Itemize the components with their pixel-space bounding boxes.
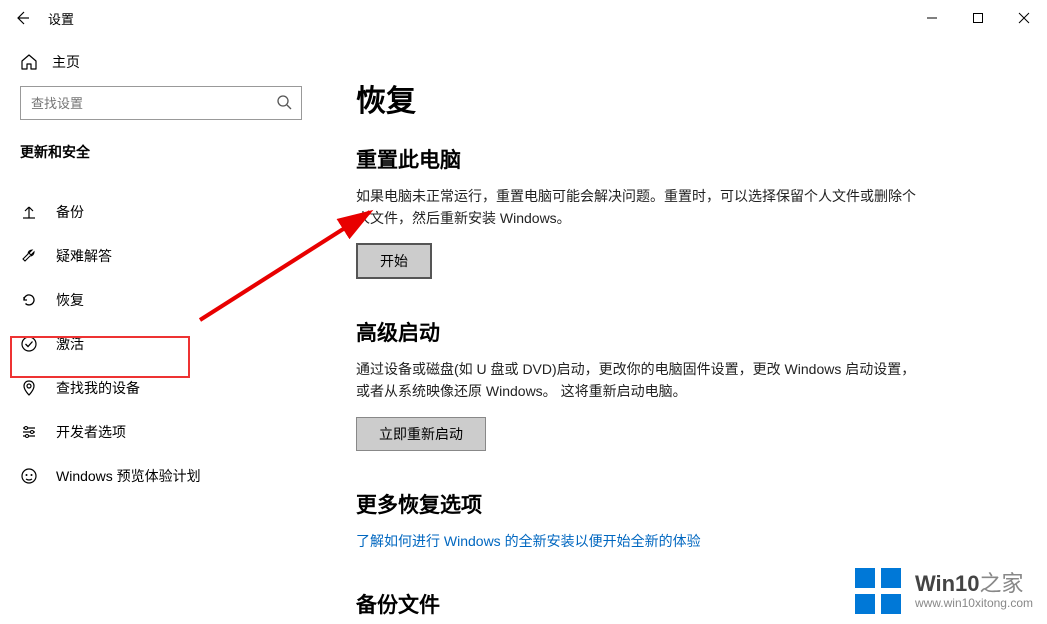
maximize-button[interactable] [955,2,1001,34]
home-icon [20,53,38,71]
home-label: 主页 [52,52,80,72]
sidebar-item-label: 疑难解答 [56,246,112,266]
sidebar-item-troubleshoot[interactable]: 疑难解答 [0,234,322,278]
sidebar-item-label: 开发者选项 [56,422,126,442]
sidebar-item-label: 查找我的设备 [56,378,140,398]
sidebar-item-label: 恢复 [56,290,84,310]
reset-heading: 重置此电脑 [356,144,916,174]
backup-files-heading: 备份文件 [356,589,916,619]
sidebar-item-label: Windows 预览体验计划 [56,466,201,486]
more-options-heading: 更多恢复选项 [356,489,916,519]
advanced-desc: 通过设备或磁盘(如 U 盘或 DVD)启动，更改你的电脑固件设置，更改 Wind… [356,359,916,402]
wrench-icon [20,247,38,265]
sidebar-item-activation[interactable]: 激活 [0,322,322,366]
advanced-heading: 高级启动 [356,317,916,347]
restart-now-button[interactable]: 立即重新启动 [356,417,486,451]
search-icon [276,94,292,110]
sidebar-item-label: 备份 [56,202,84,222]
sidebar-item-label: 激活 [56,334,84,354]
backup-icon [20,203,38,221]
sidebar-item-insider[interactable]: Windows 预览体验计划 [0,454,322,498]
close-button[interactable] [1001,2,1047,34]
sidebar-item-find-device[interactable]: 查找我的设备 [0,366,322,410]
fresh-install-link[interactable]: 了解如何进行 Windows 的全新安装以便开始全新的体验 [356,533,701,549]
insider-icon [20,467,38,485]
reset-start-button[interactable]: 开始 [356,243,432,279]
check-icon [20,335,38,353]
sidebar-item-backup[interactable]: 备份 [0,190,322,234]
sidebar-item-recovery[interactable]: 恢复 [0,278,322,322]
back-button[interactable] [12,8,32,28]
minimize-button[interactable] [909,2,955,34]
category-title: 更新和安全 [0,138,322,172]
page-title: 恢复 [356,76,1013,120]
sidebar-item-developer[interactable]: 开发者选项 [0,410,322,454]
search-input[interactable] [20,86,302,120]
location-icon [20,379,38,397]
window-title: 设置 [48,9,74,28]
recovery-icon [20,291,38,309]
sliders-icon [20,423,38,441]
home-nav[interactable]: 主页 [0,46,322,86]
reset-desc: 如果电脑未正常运行，重置电脑可能会解决问题。重置时，可以选择保留个人文件或删除个… [356,186,916,229]
